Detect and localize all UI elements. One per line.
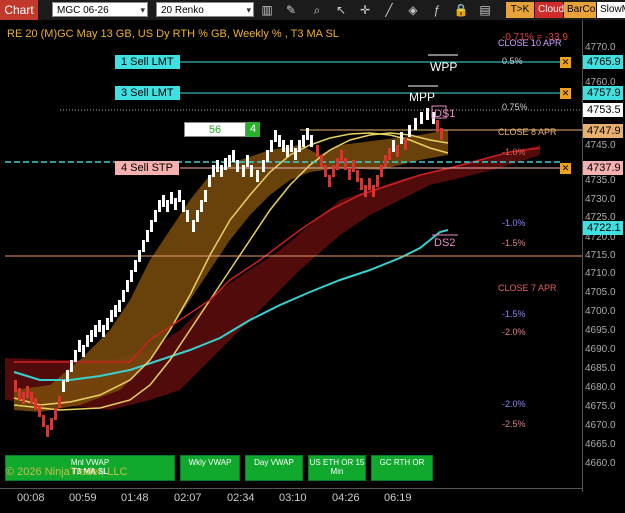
time-tick: 02:34 <box>227 492 255 504</box>
pct-label: -2.5% <box>502 419 526 429</box>
price-tick: 4770.0 <box>585 42 616 53</box>
time-tick: 00:08 <box>17 492 45 504</box>
sell-limit-order-3[interactable]: 3 Sell LMT <box>115 86 180 100</box>
wpp-label: WPP <box>430 60 458 74</box>
properties-icon[interactable]: ▤ <box>476 2 494 18</box>
price-tick: 4665.0 <box>585 439 616 450</box>
price-tick: 4680.0 <box>585 382 616 393</box>
bar-type-value: 20 Renko <box>161 5 204 16</box>
price-marker-order-3: 4757.9 <box>583 86 623 100</box>
chevron-down-icon: ▾ <box>140 5 145 15</box>
pct-label: -2.0% <box>502 399 526 409</box>
cancel-order-icon[interactable]: ✕ <box>560 88 571 99</box>
time-tick: 03:10 <box>279 492 307 504</box>
pct-label: 0.5% <box>502 56 523 66</box>
slowm-button[interactable]: SlowM <box>597 2 625 18</box>
time-tick: 02:07 <box>174 492 202 504</box>
price-tick: 4675.0 <box>585 401 616 412</box>
crosshair-icon[interactable]: ✛ <box>356 2 374 18</box>
time-tick: 01:48 <box>121 492 149 504</box>
price-tick: 4660.0 <box>585 458 616 469</box>
bar-type-select[interactable]: 20 Renko ▾ <box>156 2 254 17</box>
price-tick: 4690.0 <box>585 344 616 355</box>
drawing-tools-icon[interactable]: ╱ <box>380 2 398 18</box>
time-tick: 04:26 <box>332 492 360 504</box>
price-tick: 4700.0 <box>585 306 616 317</box>
price-marker-order-4: 4737.9 <box>583 161 623 175</box>
time-tick: 06:19 <box>384 492 412 504</box>
price-marker-order-1: 4765.9 <box>583 55 623 69</box>
chart-title: RE 20 (M)GC May 13 GB, US Dy RTH % GB, W… <box>7 28 339 40</box>
chevron-down-icon: ▾ <box>246 5 251 15</box>
strategy-icon[interactable]: ◈ <box>404 2 422 18</box>
price-tick: 4735.0 <box>585 175 616 186</box>
price-tick: 4730.0 <box>585 194 616 205</box>
order-qty-field[interactable]: 4 <box>246 122 260 137</box>
ds1-label: DS1 <box>434 108 456 120</box>
us-eth-or-button[interactable]: US ETH OR 15 Min <box>308 455 366 481</box>
cloud-button[interactable]: Cloud <box>535 2 564 18</box>
price-tick: 4695.0 <box>585 325 616 336</box>
pct-label: -1.5% <box>502 238 526 248</box>
instrument-value: MGC 06-26 <box>57 5 109 16</box>
barcol-button[interactable]: BarCol <box>564 2 598 18</box>
price-marker-last: 4753.5 <box>583 103 623 117</box>
pct-label: -1.0% <box>502 147 526 157</box>
close-7apr-label: CLOSE 7 APR <box>498 283 557 293</box>
close-10apr-label: CLOSE 10 APR <box>498 38 562 48</box>
price-marker-vwap: 4722.1 <box>583 221 623 235</box>
lock-icon[interactable]: 🔒 <box>452 2 470 18</box>
wrench-icon[interactable]: ✎ <box>282 2 300 18</box>
price-tick: 4715.0 <box>585 250 616 261</box>
t-k-button[interactable]: T>K <box>506 2 534 18</box>
price-tick: 4670.0 <box>585 420 616 431</box>
sell-stop-order-4[interactable]: 4 Sell STP <box>115 161 179 175</box>
price-tick: 4745.0 <box>585 140 616 151</box>
price-tick: 4685.0 <box>585 363 616 374</box>
arrow-cursor-icon[interactable]: ↖ <box>332 2 350 18</box>
chart-panel[interactable] <box>0 20 582 492</box>
cancel-order-icon[interactable]: ✕ <box>560 163 571 174</box>
bar-chart-icon[interactable]: ▥ <box>258 2 276 18</box>
close-8apr-label: CLOSE 8 APR <box>498 127 557 137</box>
mpp-label: MPP <box>409 90 436 104</box>
indicator-icon[interactable]: ƒ <box>428 2 446 18</box>
price-chart-svg <box>5 54 582 437</box>
zoom-icon[interactable]: ⌕ <box>308 2 326 18</box>
ds2-label: DS2 <box>434 237 456 249</box>
price-tick: 4705.0 <box>585 287 616 298</box>
pct-label: 0.75% <box>502 102 528 112</box>
copyright-watermark: © 2026 NinjaTrader, LLC <box>6 466 128 478</box>
price-tick: 4710.0 <box>585 268 616 279</box>
price-marker-close: 4747.9 <box>583 124 623 138</box>
chart-toolbar: Chart MGC 06-26 ▾ 20 Renko ▾ ▥ ✎ ⌕ ↖ ✛ ╱ ◈… <box>0 0 625 21</box>
pct-label: -1.5% <box>502 309 526 319</box>
weekly-vwap-button[interactable]: Wkly VWAP <box>180 455 240 481</box>
day-vwap-button[interactable]: Day VWAP <box>245 455 303 481</box>
instrument-select[interactable]: MGC 06-26 ▾ <box>52 2 148 17</box>
pct-label: -2.0% <box>502 327 526 337</box>
pct-label: -1.0% <box>502 218 526 228</box>
cancel-order-icon[interactable]: ✕ <box>560 57 571 68</box>
time-tick: 00:59 <box>69 492 97 504</box>
sell-limit-order-1[interactable]: 1 Sell LMT <box>115 55 180 69</box>
window-title[interactable]: Chart <box>0 0 38 20</box>
gc-rth-or-button[interactable]: GC RTH OR <box>371 455 433 481</box>
order-price-field[interactable]: 56 <box>184 122 246 137</box>
